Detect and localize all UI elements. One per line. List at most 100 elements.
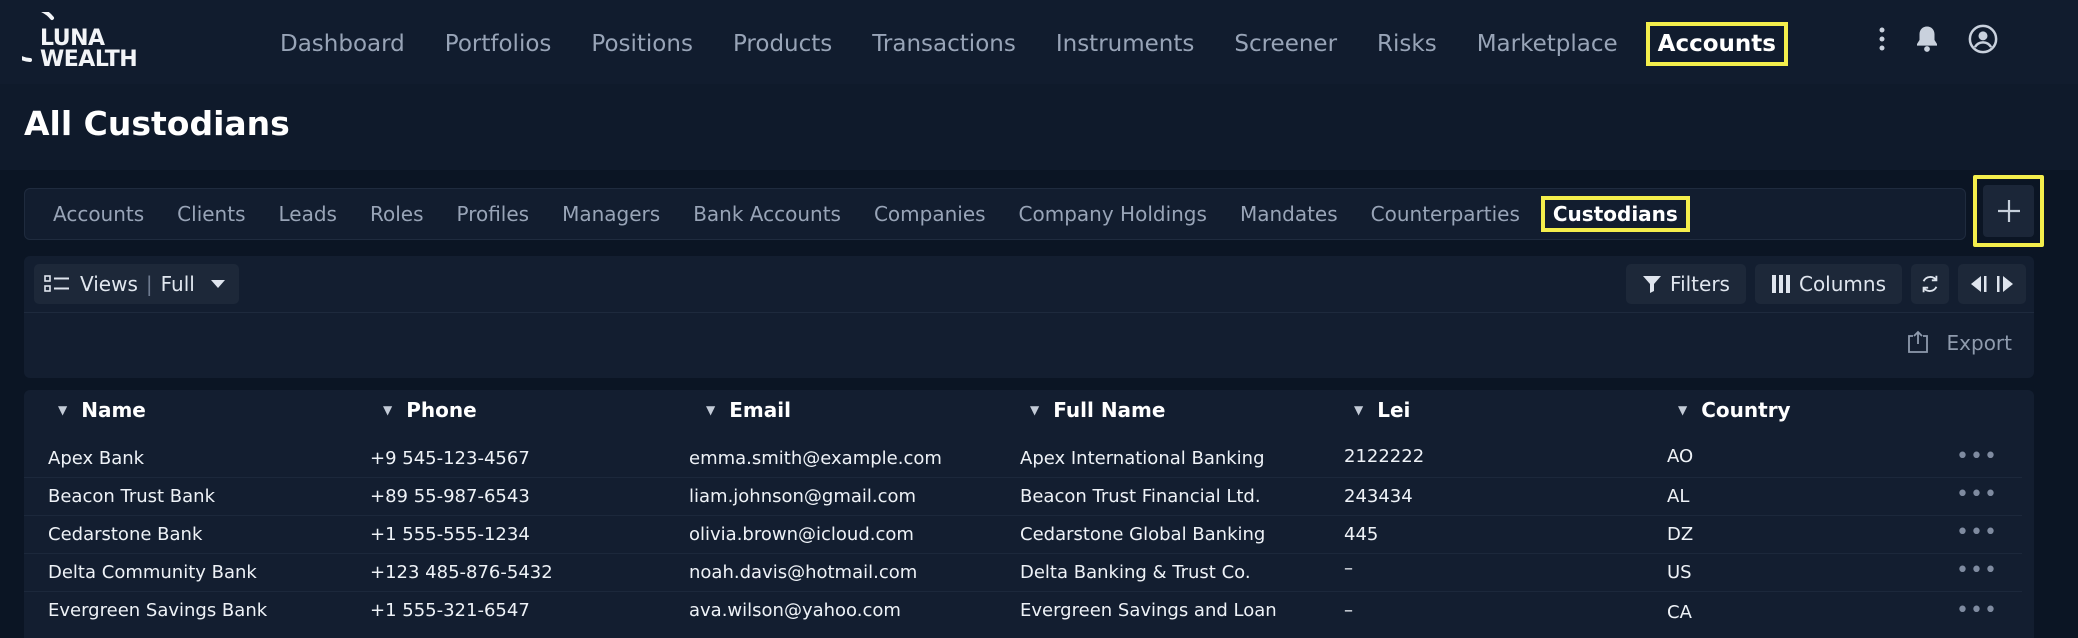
column-header-label: Phone: [406, 398, 477, 422]
table-row[interactable]: Cedarstone Bank +1 555-555-1234 olivia.b…: [24, 516, 2022, 554]
nav-item-accounts[interactable]: Accounts: [1645, 22, 1788, 66]
tab-bank-accounts[interactable]: Bank Accounts: [681, 196, 853, 232]
nav-item-screener[interactable]: Screener: [1222, 22, 1349, 66]
nav-item-dashboard[interactable]: Dashboard: [268, 22, 417, 66]
sort-caret-icon: ▼: [1030, 403, 1040, 417]
tab-clients[interactable]: Clients: [165, 196, 257, 232]
sort-caret-icon: ▼: [1354, 403, 1364, 417]
cell-full-name: Beacon Trust Financial Ltd.: [1020, 486, 1261, 507]
cell-name: Delta Community Bank: [48, 562, 257, 583]
cell-full-name: Delta Banking & Trust Co.: [1020, 562, 1251, 583]
nav-item-risks[interactable]: Risks: [1365, 22, 1449, 66]
cell-lei: 445: [1344, 524, 1379, 545]
tab-companies[interactable]: Companies: [862, 196, 998, 232]
split-arrows-icon: [1969, 274, 2015, 294]
tab-company-holdings[interactable]: Company Holdings: [1007, 196, 1219, 232]
table-row[interactable]: Apex Bank +9 545-123-4567 emma.smith@exa…: [24, 440, 2022, 478]
cell-name: Beacon Trust Bank: [48, 486, 216, 507]
filter-icon: [1642, 275, 1662, 293]
cell-name: Apex Bank: [48, 448, 145, 469]
row-menu-icon[interactable]: •••: [1956, 598, 1998, 623]
column-header-country[interactable]: ▼ Country: [1678, 398, 1791, 422]
column-header-name[interactable]: ▼ Name: [58, 398, 146, 422]
cell-email: emma.smith@example.com: [689, 448, 942, 469]
cell-phone: +1 555-555-1234: [370, 524, 530, 545]
cell-country: DZ: [1667, 524, 1694, 545]
main-nav: Dashboard Portfolios Positions Products …: [268, 22, 1804, 66]
export-button[interactable]: Export: [1905, 330, 2012, 356]
cell-phone: +1 555-321-6547: [370, 600, 530, 621]
top-right-icons: [1852, 24, 1998, 54]
cell-full-name: Evergreen Savings and Loan: [1020, 600, 1277, 621]
refresh-button[interactable]: [1911, 264, 1949, 304]
views-value: Full: [160, 272, 195, 296]
cell-lei: –: [1344, 600, 1353, 621]
cell-name: Cedarstone Bank: [48, 524, 203, 545]
tab-custodians[interactable]: Custodians: [1540, 196, 1690, 232]
columns-icon: [1771, 274, 1791, 294]
cell-country: CA: [1667, 602, 1692, 623]
toolbar-divider: [24, 312, 2034, 313]
sub-tabs: Accounts Clients Leads Roles Profiles Ma…: [24, 188, 1966, 240]
cell-phone: +89 55-987-6543: [370, 486, 530, 507]
cell-country: AO: [1667, 446, 1694, 467]
columns-label: Columns: [1798, 272, 1886, 296]
column-header-label: Email: [729, 398, 791, 422]
column-header-label: Lei: [1377, 398, 1411, 422]
list-icon: [44, 274, 70, 294]
tab-mandates[interactable]: Mandates: [1228, 196, 1350, 232]
column-header-full-name[interactable]: ▼ Full Name: [1030, 398, 1165, 422]
row-menu-icon[interactable]: •••: [1956, 444, 1998, 469]
table-row[interactable]: Beacon Trust Bank +89 55-987-6543 liam.j…: [24, 478, 2022, 516]
column-header-lei[interactable]: ▼ Lei: [1354, 398, 1410, 422]
nav-item-instruments[interactable]: Instruments: [1044, 22, 1207, 66]
column-header-phone[interactable]: ▼ Phone: [383, 398, 477, 422]
views-label: Views: [80, 272, 138, 296]
cell-email: ava.wilson@yahoo.com: [689, 600, 901, 621]
export-label: Export: [1946, 331, 2012, 355]
export-icon: [1905, 330, 1931, 356]
table-row[interactable]: Delta Community Bank +123 485-876-5432 n…: [24, 554, 2022, 592]
sort-caret-icon: ▼: [383, 403, 393, 417]
logo-line-2: WEALTH: [40, 47, 138, 72]
cell-phone: +9 545-123-4567: [370, 448, 530, 469]
more-vertical-icon[interactable]: [1878, 26, 1886, 52]
row-menu-icon[interactable]: •••: [1956, 520, 1998, 545]
cell-phone: +123 485-876-5432: [370, 562, 553, 583]
views-selector[interactable]: Views | Full: [34, 264, 239, 304]
filters-button[interactable]: Filters: [1626, 264, 1746, 304]
sort-caret-icon: ▼: [1678, 403, 1688, 417]
page-title: All Custodians: [24, 104, 290, 143]
row-menu-icon[interactable]: •••: [1956, 558, 1998, 583]
add-button[interactable]: [1973, 175, 2044, 247]
user-circle-icon[interactable]: [1968, 24, 1998, 54]
nav-item-marketplace[interactable]: Marketplace: [1465, 22, 1630, 66]
cell-country: US: [1667, 562, 1692, 583]
toggle-panel-button[interactable]: [1958, 264, 2026, 304]
nav-item-products[interactable]: Products: [721, 22, 844, 66]
nav-item-positions[interactable]: Positions: [579, 22, 705, 66]
tab-profiles[interactable]: Profiles: [444, 196, 541, 232]
tab-leads[interactable]: Leads: [267, 196, 349, 232]
tab-accounts[interactable]: Accounts: [41, 196, 156, 232]
column-header-label: Country: [1701, 398, 1791, 422]
table-row[interactable]: Evergreen Savings Bank +1 555-321-6547 a…: [24, 592, 2022, 630]
bell-icon[interactable]: [1912, 24, 1942, 54]
cell-full-name: Cedarstone Global Banking: [1020, 524, 1266, 545]
grid-toolbar: Views | Full Filters Columns Export: [24, 256, 2034, 378]
nav-item-portfolios[interactable]: Portfolios: [433, 22, 564, 66]
luna-wealth-logo[interactable]: LUNA WEALTH: [22, 12, 142, 72]
cell-email: liam.johnson@gmail.com: [689, 486, 917, 507]
cell-full-name: Apex International Banking: [1020, 448, 1265, 469]
tab-managers[interactable]: Managers: [550, 196, 672, 232]
sort-caret-icon: ▼: [706, 403, 716, 417]
row-menu-icon[interactable]: •••: [1956, 482, 1998, 507]
cell-lei: 2122222: [1344, 446, 1425, 467]
cell-email: noah.davis@hotmail.com: [689, 562, 918, 583]
column-header-email[interactable]: ▼ Email: [706, 398, 791, 422]
tab-roles[interactable]: Roles: [358, 196, 436, 232]
column-header-label: Full Name: [1053, 398, 1166, 422]
tab-counterparties[interactable]: Counterparties: [1359, 196, 1532, 232]
columns-button[interactable]: Columns: [1755, 264, 1902, 304]
nav-item-transactions[interactable]: Transactions: [860, 22, 1028, 66]
